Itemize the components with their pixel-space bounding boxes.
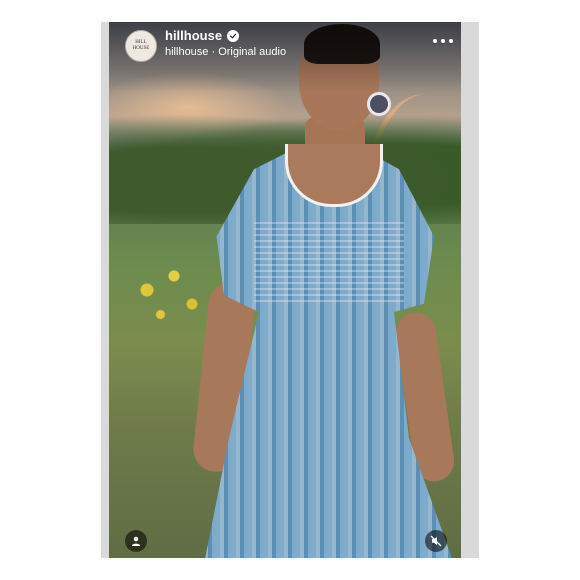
reel-frame: HILL HOUSE hillhouse hillhouse · Origina… — [101, 22, 479, 558]
smocked-bodice — [254, 222, 404, 302]
profile-avatar[interactable]: HILL HOUSE — [125, 30, 157, 62]
audio-attribution[interactable]: hillhouse · Original audio — [165, 46, 286, 58]
person-tag-icon[interactable] — [125, 530, 147, 552]
more-options-icon[interactable] — [433, 34, 453, 48]
muted-speaker-icon[interactable] — [425, 530, 447, 552]
username[interactable]: hillhouse — [165, 28, 222, 43]
verified-badge-icon — [227, 30, 239, 42]
earring — [367, 92, 391, 116]
avatar-line-2: HOUSE — [132, 46, 150, 51]
model — [109, 22, 461, 558]
reel-video[interactable]: HILL HOUSE hillhouse hillhouse · Origina… — [109, 22, 461, 558]
